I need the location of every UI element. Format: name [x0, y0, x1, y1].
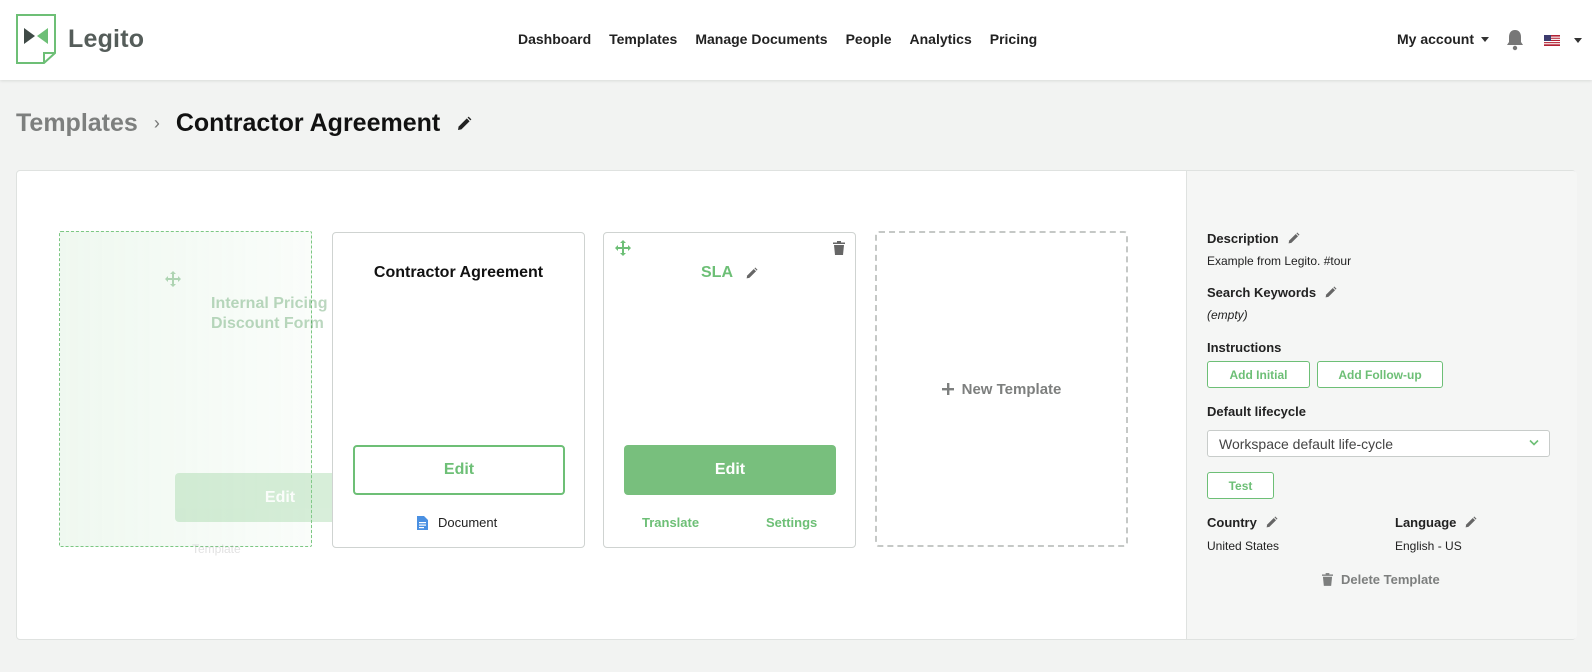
- nav-analytics[interactable]: Analytics: [910, 31, 972, 47]
- language-label-row: Language: [1395, 515, 1477, 530]
- language-label: Language: [1395, 515, 1457, 530]
- trash-icon[interactable]: [833, 241, 845, 255]
- new-template-button[interactable]: New Template: [875, 231, 1128, 547]
- trash-icon: [1322, 573, 1333, 586]
- pencil-icon[interactable]: [1287, 232, 1300, 245]
- lifecycle-value: Workspace default life-cycle: [1219, 435, 1394, 452]
- description-value: Example from Legito. #tour: [1207, 254, 1352, 268]
- template-card-contractor: Contractor Agreement Edit Document: [332, 232, 585, 548]
- keywords-label: Search Keywords: [1207, 285, 1317, 300]
- keywords-label-row: Search Keywords: [1207, 285, 1337, 300]
- instructions-label: Instructions: [1207, 340, 1282, 355]
- move-icon[interactable]: [614, 239, 632, 257]
- pencil-icon[interactable]: [1464, 516, 1477, 529]
- plus-icon: [941, 383, 954, 395]
- move-icon[interactable]: [164, 270, 182, 288]
- breadcrumb-templates[interactable]: Templates: [16, 109, 138, 138]
- nav-templates[interactable]: Templates: [609, 31, 677, 47]
- pencil-icon[interactable]: [1324, 286, 1337, 299]
- lifecycle-label: Default lifecycle: [1207, 404, 1306, 419]
- sla-title-row: SLA: [604, 264, 855, 282]
- country-label: Country: [1207, 515, 1257, 530]
- chevron-down-icon: [1529, 439, 1539, 446]
- translate-link[interactable]: Translate: [642, 515, 699, 530]
- my-account-menu[interactable]: My account: [1397, 31, 1490, 47]
- add-followup-button[interactable]: Add Follow-up: [1317, 361, 1443, 388]
- template-panel: Internal Pricing & Discount Form Edit Te…: [16, 170, 1577, 640]
- my-account-label: My account: [1397, 31, 1475, 47]
- country-label-row: Country: [1207, 515, 1278, 530]
- breadcrumb-separator: ›: [153, 113, 160, 133]
- delete-template-button[interactable]: Delete Template: [1322, 572, 1440, 587]
- nav-dashboard[interactable]: Dashboard: [518, 31, 591, 47]
- edit-button[interactable]: Edit: [624, 445, 836, 495]
- document-link-label: Document: [438, 515, 498, 530]
- legito-logo-icon: [16, 14, 56, 64]
- country-value: United States: [1207, 539, 1280, 553]
- card-title: Contractor Agreement: [373, 264, 544, 281]
- breadcrumb: Templates › Contractor Agreement: [16, 109, 472, 138]
- pencil-icon[interactable]: [1265, 516, 1278, 529]
- nav-pricing[interactable]: Pricing: [990, 31, 1037, 47]
- main-nav: Dashboard Templates Manage Documents Peo…: [518, 31, 1055, 47]
- page-title: Contractor Agreement: [175, 109, 441, 137]
- us-flag-icon[interactable]: [1544, 35, 1560, 46]
- delete-template-label: Delete Template: [1341, 572, 1440, 587]
- document-icon: [417, 515, 428, 530]
- keywords-value: (empty): [1207, 308, 1248, 322]
- template-properties-sidebar: Description Example from Legito. #tour S…: [1186, 171, 1577, 639]
- pencil-icon[interactable]: [456, 116, 472, 132]
- ghost-link: Template: [192, 542, 241, 556]
- language-value: English - US: [1395, 539, 1462, 553]
- chevron-down-icon: [1481, 36, 1490, 42]
- logo[interactable]: Legito: [16, 14, 144, 64]
- description-label-row: Description: [1207, 231, 1300, 246]
- card-title: SLA: [701, 264, 733, 281]
- nav-people[interactable]: People: [846, 31, 892, 47]
- nav-manage-documents[interactable]: Manage Documents: [695, 31, 827, 47]
- pencil-icon[interactable]: [745, 266, 758, 280]
- settings-link[interactable]: Settings: [766, 515, 817, 530]
- app-name: Legito: [68, 24, 145, 53]
- document-link[interactable]: Document: [417, 515, 497, 530]
- ghost-title-line1: Internal Pricing &: [211, 295, 344, 312]
- template-card-sla: SLA Edit Translate Settings: [603, 232, 856, 548]
- new-template-label: New Template: [961, 380, 1062, 398]
- bell-icon[interactable]: [1505, 29, 1525, 51]
- add-initial-button[interactable]: Add Initial: [1207, 361, 1310, 388]
- ghost-title-line2: Discount Form: [211, 315, 324, 332]
- edit-button[interactable]: Edit: [353, 445, 565, 495]
- top-navbar: Legito Dashboard Templates Manage Docume…: [0, 0, 1592, 80]
- chevron-down-icon[interactable]: [1574, 38, 1582, 43]
- lifecycle-select[interactable]: Workspace default life-cycle: [1207, 430, 1550, 457]
- test-button[interactable]: Test: [1207, 472, 1274, 499]
- description-label: Description: [1207, 231, 1279, 246]
